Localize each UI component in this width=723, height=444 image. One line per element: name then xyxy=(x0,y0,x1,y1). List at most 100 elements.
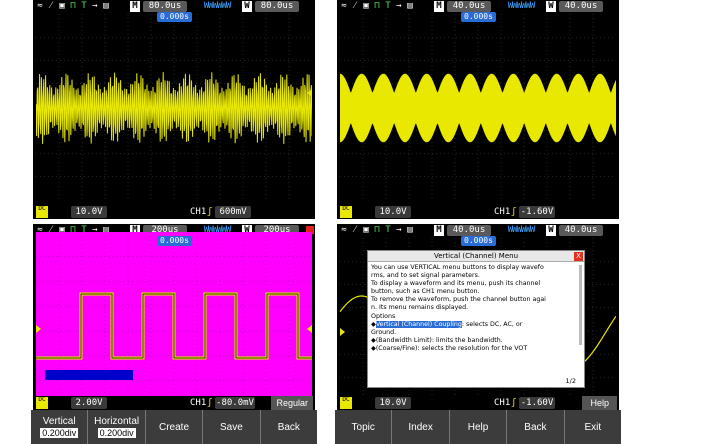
softkey-label: Back xyxy=(277,421,300,433)
main-timebase-value: 40.0us xyxy=(447,1,491,12)
waveform-envelope xyxy=(340,73,616,143)
trigger-source: CH1 xyxy=(190,398,207,408)
horizontal-softkey[interactable]: Horizontal 0.200div xyxy=(87,410,144,444)
main-timebase-value: 80.0us xyxy=(143,1,187,12)
help-line: rms, and to set signal parameters. xyxy=(371,272,480,280)
help-window: Vertical (Channel) Menu X You can use VE… xyxy=(367,250,585,388)
softkey-label: Topic xyxy=(351,421,375,433)
help-scrollbar[interactable] xyxy=(579,265,582,345)
disk-icon: ▤ xyxy=(103,1,109,11)
arrow-icon: → xyxy=(396,225,402,235)
softkey-label: Exit xyxy=(584,421,602,433)
ch1-marker xyxy=(340,328,345,336)
help-option[interactable]: ◆(Bandwidth Limit): limits the bandwidth… xyxy=(371,337,570,345)
close-icon[interactable]: X xyxy=(574,252,583,261)
ch1-volts-div: 10.0V xyxy=(375,206,411,218)
trigger-edge-icon: ʃ xyxy=(207,207,213,217)
help-line: To display a waveform and its menu, push… xyxy=(371,280,541,288)
run-icon: ⊓ xyxy=(374,1,380,11)
trigger-position: 0.000s xyxy=(461,236,496,246)
arrow-icon: → xyxy=(396,1,402,11)
main-timebase-label: M xyxy=(434,1,444,12)
window-timebase-value: 40.0us xyxy=(559,225,603,236)
help-option: ◆Vertical (Channel) Coupling: selects DC… xyxy=(371,320,570,329)
channel-bar: DC 10.0V CH1 ʃ -1.60V xyxy=(337,205,619,219)
disk-icon: ▤ xyxy=(407,225,413,235)
probe-icon: ▣ xyxy=(363,1,369,11)
trigger-source: CH1 xyxy=(494,398,511,408)
help-link[interactable]: Vertical (Channel) Coupling xyxy=(375,320,462,328)
ch1-volts-div: 2.00V xyxy=(71,397,107,409)
wave-memory-icon: WWWWWW xyxy=(203,1,232,11)
ch1-volts-div: 10.0V xyxy=(375,397,411,409)
help-text: : selects DC, AC, or xyxy=(461,320,523,328)
trigger-icon: T xyxy=(385,225,391,235)
help-line: To remove the waveform, push the channel… xyxy=(371,296,546,304)
softkey-bar: Vertical 0.200div Horizontal 0.200div Cr… xyxy=(31,410,317,444)
window-timebase-value: 40.0us xyxy=(559,1,603,12)
channel-bar: DC 2.00V CH1 ʃ -80.0mV Regular xyxy=(33,396,315,410)
back-softkey[interactable]: Back xyxy=(259,410,317,444)
probe-icon: ▣ xyxy=(363,225,369,235)
main-timebase-label: M xyxy=(434,225,444,236)
window-timebase-label: W xyxy=(546,225,556,236)
topic-softkey[interactable]: Topic xyxy=(335,410,391,444)
trigger-source: CH1 xyxy=(190,207,207,217)
waveform-display xyxy=(36,14,312,200)
softkey-label: Vertical xyxy=(42,416,76,427)
waveform-display xyxy=(340,14,616,200)
help-option[interactable]: ◆(Coarse/Fine): selects the resolution f… xyxy=(371,345,570,353)
cursor-icon: ⁄ xyxy=(354,225,356,235)
trigger-source: CH1 xyxy=(494,207,511,217)
help-line: button, such as CH1 menu button. xyxy=(371,288,480,296)
help-softkey[interactable]: Help xyxy=(448,410,506,444)
save-softkey[interactable]: Save xyxy=(202,410,259,444)
trigger-edge-icon: ʃ xyxy=(511,207,517,217)
trace-icon: ≈ xyxy=(341,225,347,235)
ch1-coupling-icon: DC xyxy=(36,397,48,409)
wave-memory-icon: WWWWWW xyxy=(507,1,536,11)
trigger-level: -80.0mV xyxy=(215,397,255,409)
channel-bar: DC 10.0V CH1 ʃ -1.60V Help xyxy=(337,396,619,410)
probe-icon: ▣ xyxy=(59,1,65,11)
menu-title: Help xyxy=(582,396,617,410)
ch1-coupling-icon: DC xyxy=(340,206,352,218)
trigger-icon: T xyxy=(81,1,87,11)
scope-screen-2: ≈ ⁄ ▣ ⊓ T → ▤ M 40.0us WWWWWW W 40.0us 0… xyxy=(337,0,619,219)
ch1-coupling-icon: DC xyxy=(36,206,48,218)
softkey-value: 0.200div xyxy=(40,428,79,438)
index-softkey[interactable]: Index xyxy=(391,410,448,444)
channel-bar: DC 10.0V CH1 ʃ 600mV xyxy=(33,205,315,219)
trigger-level: -1.60V xyxy=(519,206,555,218)
cursor-readout-bar xyxy=(45,370,133,380)
softkey-label: Help xyxy=(467,421,489,433)
exit-softkey[interactable]: Exit xyxy=(563,410,621,444)
trigger-icon: T xyxy=(385,1,391,11)
vertical-softkey[interactable]: Vertical 0.200div xyxy=(31,410,87,444)
run-icon: ⊓ xyxy=(374,225,380,235)
window-timebase-label: W xyxy=(546,1,556,12)
waveform-display xyxy=(36,232,312,424)
main-timebase-value: 40.0us xyxy=(447,225,491,236)
help-line: Options xyxy=(371,312,396,320)
back-softkey[interactable]: Back xyxy=(506,410,563,444)
arrow-icon: → xyxy=(92,1,98,11)
help-page-number: 1/2 xyxy=(565,377,576,385)
window-timebase-value: 80.0us xyxy=(255,1,299,12)
run-icon: ⊓ xyxy=(70,1,76,11)
help-line: You can use VERTICAL menu buttons to dis… xyxy=(371,264,544,271)
softkey-label: Back xyxy=(524,421,547,433)
help-line: n. Its menu remains displayed. xyxy=(371,304,469,312)
disk-icon: ▤ xyxy=(407,1,413,11)
main-timebase-label: M xyxy=(130,1,140,12)
softkey-label: Save xyxy=(220,421,243,433)
softkey-bar: Topic Index Help Back Exit xyxy=(335,410,621,444)
window-timebase-label: W xyxy=(242,1,252,12)
create-softkey[interactable]: Create xyxy=(144,410,202,444)
cursor-icon: ⁄ xyxy=(50,1,52,11)
scope-screen-1: ≈ ⁄ ▣ ⊓ T → ▤ M 80.0us WWWWWW W 80.0us 0… xyxy=(33,0,315,219)
trigger-position: 0.000s xyxy=(157,236,192,246)
trigger-edge-icon: ʃ xyxy=(511,398,517,408)
softkey-label: Index xyxy=(408,421,433,433)
cursor-icon: ⁄ xyxy=(354,1,356,11)
